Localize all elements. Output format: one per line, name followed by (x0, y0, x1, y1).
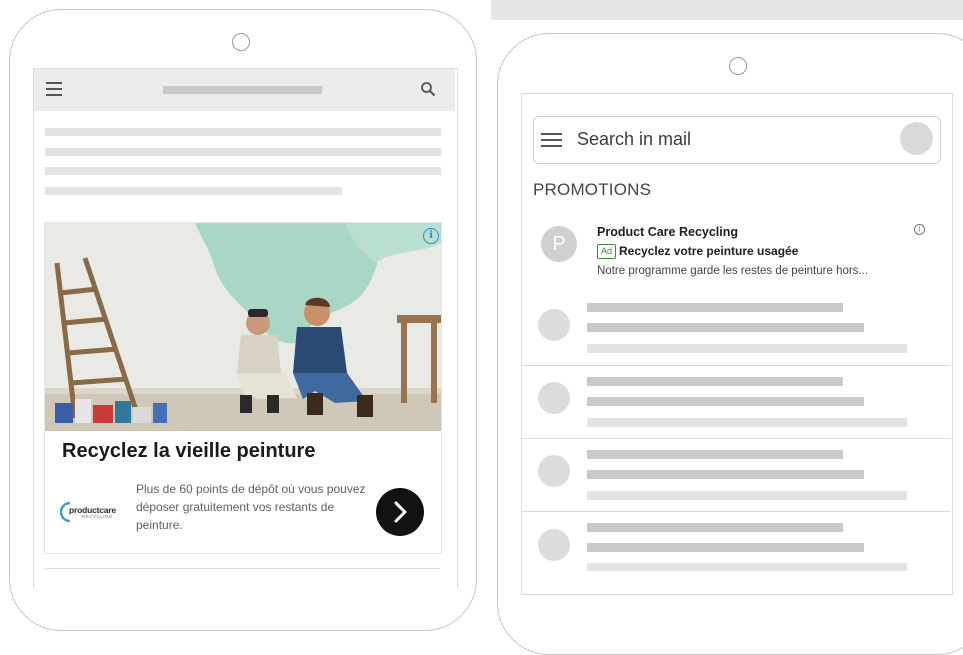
line-placeholder (587, 377, 843, 386)
line-placeholder (587, 450, 843, 459)
top-placeholder-bar (491, 0, 963, 20)
content-divider (44, 568, 440, 569)
cta-button[interactable] (376, 488, 424, 536)
line-placeholder (587, 323, 864, 332)
right-phone-camera (729, 57, 747, 75)
logo-subtext: RECYCLING (82, 514, 113, 519)
line-placeholder (587, 491, 907, 500)
line-placeholder (587, 470, 864, 479)
chevron-right-icon (394, 501, 407, 523)
line-placeholder (587, 303, 843, 312)
account-avatar[interactable] (900, 122, 933, 155)
article-line (45, 167, 441, 175)
article-line (45, 148, 441, 156)
avatar-placeholder (538, 529, 570, 561)
email-snippet: Notre programme garde les restes de pein… (597, 265, 869, 277)
mail-search-input[interactable]: Search in mail (577, 129, 691, 150)
advertiser-logo: productcare RECYCLING (59, 499, 122, 525)
search-icon[interactable] (420, 81, 436, 97)
email-sender: Product Care Recycling (597, 225, 739, 239)
row-divider (522, 365, 950, 366)
sender-avatar: P (541, 226, 577, 262)
promotions-label: PROMOTIONS (533, 180, 652, 199)
ad-image[interactable] (45, 223, 441, 431)
line-placeholder (587, 523, 843, 532)
hamburger-icon[interactable] (46, 82, 64, 96)
line-placeholder (587, 397, 864, 406)
avatar-placeholder (538, 455, 570, 487)
avatar-placeholder (538, 309, 570, 341)
line-placeholder (587, 344, 907, 353)
header-title-placeholder (163, 86, 322, 94)
article-line (45, 128, 441, 136)
line-placeholder (587, 418, 907, 427)
line-placeholder (587, 543, 864, 552)
article-line (45, 187, 342, 195)
email-subject: Recyclez votre peinture usagée (619, 244, 799, 258)
line-placeholder (587, 563, 907, 571)
row-divider (522, 511, 950, 512)
hamburger-icon[interactable] (541, 133, 563, 147)
avatar-placeholder (538, 382, 570, 414)
info-icon[interactable]: i (423, 228, 439, 244)
ad-badge: Ad (597, 244, 616, 259)
info-icon[interactable]: i (914, 224, 925, 235)
ad-description: Plus de 60 points de dépôt où vous pouve… (136, 482, 366, 532)
ad-headline[interactable]: Recyclez la vieille peinture (62, 440, 315, 463)
left-phone-camera (232, 33, 250, 51)
row-divider (522, 438, 950, 439)
